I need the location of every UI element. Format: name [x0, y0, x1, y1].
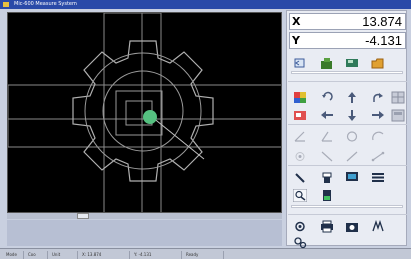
tool-panel: X 13.874 Y -4.131: [286, 10, 407, 249]
dro-x-value: 13.874: [362, 14, 402, 29]
arrow-down-icon[interactable]: [345, 107, 359, 121]
scroll-thumb[interactable]: [77, 213, 89, 219]
dro-x-label: X: [292, 15, 301, 28]
marker-point: [143, 110, 157, 124]
image-icon[interactable]: [293, 107, 307, 120]
status-bar: Mode Coo Unit X: 13.874 Y: -4.131 Ready: [0, 248, 411, 259]
zoom-slider[interactable]: [291, 71, 403, 74]
status-cell: Unit: [50, 251, 78, 259]
open-icon[interactable]: [320, 55, 334, 69]
status-cell: Y: -4.131: [132, 251, 182, 259]
dro-x-row: X 13.874: [289, 13, 406, 30]
measurement-line: [151, 116, 205, 160]
info-panel: [7, 220, 282, 246]
horizontal-scrollbar[interactable]: [7, 213, 282, 219]
angle2-icon[interactable]: [320, 128, 334, 142]
edge-icon[interactable]: [320, 187, 334, 201]
folder-icon[interactable]: [371, 55, 385, 69]
status-cell: X: 13.874: [80, 251, 130, 259]
divider: [288, 165, 407, 166]
divider: [288, 81, 407, 82]
arrow-right-icon[interactable]: [371, 107, 385, 120]
color-icon[interactable]: [293, 89, 307, 103]
divider: [288, 124, 407, 125]
circle-icon[interactable]: [345, 128, 359, 142]
line-icon[interactable]: [320, 148, 334, 162]
print-icon[interactable]: [320, 218, 334, 233]
monitor-icon[interactable]: [345, 169, 359, 182]
dro-y-label: Y: [292, 34, 300, 47]
grid-icon[interactable]: [391, 89, 405, 104]
arrow-up-icon[interactable]: [345, 89, 359, 103]
arrow-left-icon[interactable]: [320, 107, 334, 120]
camera-viewport[interactable]: [7, 12, 282, 213]
help-icon[interactable]: [293, 234, 307, 249]
status-cell: Ready: [184, 251, 224, 259]
app-icon: [3, 2, 9, 7]
list-icon[interactable]: [371, 169, 385, 182]
window-title: Mic-600 Measure System: [14, 1, 77, 7]
rotate-icon[interactable]: [320, 89, 334, 102]
light-slider[interactable]: [291, 205, 403, 208]
app-window: Mic-600 Measure System Mode Coo Unit X: …: [0, 0, 411, 259]
dro-y-value: -4.131: [365, 33, 402, 48]
gear-inner-circle: [84, 52, 202, 170]
tangent-icon[interactable]: [345, 148, 359, 162]
back-icon[interactable]: [293, 55, 307, 68]
point-icon[interactable]: [293, 148, 307, 161]
panel-icon[interactable]: [391, 107, 405, 122]
camera-icon[interactable]: [345, 218, 359, 232]
status-cell: Mode: [4, 251, 24, 259]
dro-y-row: Y -4.131: [289, 32, 406, 49]
gear-outline: [72, 40, 214, 182]
save-icon[interactable]: [345, 55, 359, 68]
gear-bore-circle: [102, 70, 184, 152]
redo-icon[interactable]: [371, 89, 385, 102]
zoom-icon[interactable]: [292, 187, 308, 203]
arc-icon[interactable]: [371, 128, 385, 141]
pen-icon[interactable]: [293, 169, 307, 183]
angle-icon[interactable]: [293, 128, 307, 142]
divider: [288, 214, 407, 215]
overlay-graphics: [8, 13, 281, 212]
measure-icon[interactable]: [371, 218, 385, 232]
status-cell: Coo: [26, 251, 48, 259]
settings-icon[interactable]: [293, 218, 307, 232]
title-bar: Mic-600 Measure System: [0, 0, 411, 9]
lamp-icon[interactable]: [320, 169, 334, 183]
distance-icon[interactable]: [371, 148, 385, 162]
